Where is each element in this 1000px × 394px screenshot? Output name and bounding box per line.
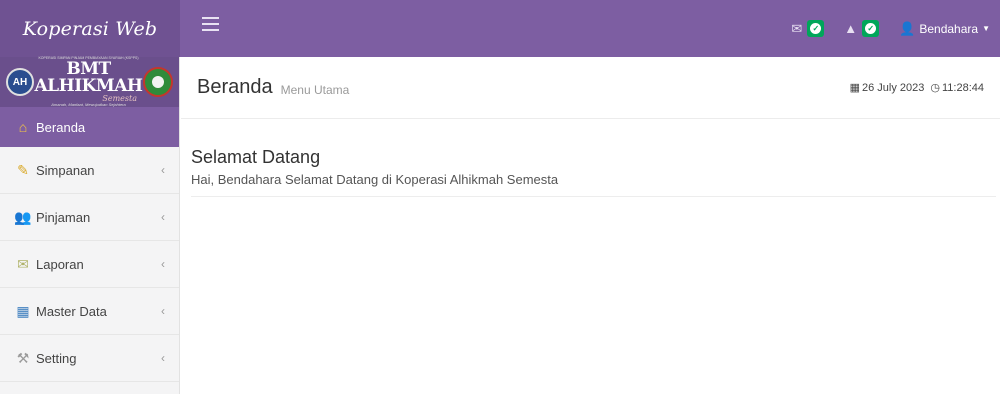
sidebar-toggle-button[interactable] [202,17,219,32]
logo-emblem-icon: AH [6,68,34,96]
check-icon: ✓ [865,23,877,34]
home-icon: ⌂ [18,119,28,135]
welcome-heading: Selamat Datang [191,147,321,167]
logo-name: BMT ALHIKMAH [34,58,143,96]
brand-logo[interactable]: Koperasi Web [0,0,180,57]
datetime: ▦ 26 July 2023 ◷ 11:28:44 [849,81,984,95]
envelope-icon: ✉ [791,20,803,36]
logo-tagline: Amanah, Manfaat, Mewujudkan Sejahtera [51,101,126,107]
database-icon: ▦ [16,302,30,319]
wrench-icon: ⚒ [16,349,30,366]
hamburger-icon [202,17,219,19]
notifications-menu[interactable]: ▲ ✓ [834,0,889,57]
chevron-left-icon: ‹ [161,304,165,318]
current-date: 26 July 2023 [861,81,925,94]
chevron-left-icon: ‹ [161,257,165,271]
welcome-message: Hai, Bendahara Selamat Datang di Koperas… [191,172,996,197]
logo-seal-icon [143,67,173,97]
sidebar: AH KOPERASI SIMPAN PINJAM PEMBIAYAAN SYA… [0,57,180,394]
sidebar-item-label: Simpanan [36,162,95,178]
top-navbar: Koperasi Web ✉ ✓ ▲ ✓ 👤 Bendahara ▼ [0,0,1000,57]
welcome-box: Selamat Datang Hai, Bendahara Selamat Da… [181,119,1000,197]
report-icon: ✉ [17,255,29,272]
sidebar-item-label: Setting [36,350,77,366]
page-subtitle: Menu Utama [280,83,350,97]
check-icon: ✓ [810,23,822,34]
sidebar-item-label: Master Data [36,303,107,319]
page-title: Beranda [197,76,273,98]
caret-down-icon: ▼ [982,24,990,33]
sidebar-item-label: Beranda [36,119,86,135]
sidebar-item-pinjaman[interactable]: 👥 Pinjaman ‹ [0,194,179,241]
main-content: Beranda Menu Utama ▦ 26 July 2023 ◷ 11:2… [181,57,1000,394]
people-icon: 👥 [14,208,32,225]
brand-title: Koperasi Web [22,17,158,40]
user-menu[interactable]: 👤 Bendahara ▼ [889,0,1000,57]
sidebar-item-setting[interactable]: ⚒ Setting ‹ [0,335,179,382]
clock-icon: ◷ [930,82,940,94]
warning-icon: ▲ [844,21,858,36]
sidebar-item-label: Laporan [36,256,84,272]
messages-badge: ✓ [807,20,825,37]
messages-menu[interactable]: ✉ ✓ [781,0,834,57]
chevron-left-icon: ‹ [161,351,165,365]
sidebar-item-label: Pinjaman [36,209,91,225]
chevron-left-icon: ‹ [161,163,165,177]
sidebar-item-simpanan[interactable]: ✎ Simpanan ‹ [0,147,179,194]
sidebar-item-beranda[interactable]: ⌂ Beranda [0,107,179,147]
sidebar-item-master-data[interactable]: ▦ Master Data ‹ [0,288,179,335]
org-logo: AH KOPERASI SIMPAN PINJAM PEMBIAYAAN SYA… [0,57,179,107]
chevron-left-icon: ‹ [161,210,165,224]
user-icon: 👤 [899,20,916,36]
content-header: Beranda Menu Utama ▦ 26 July 2023 ◷ 11:2… [181,57,1000,119]
savings-icon: ✎ [17,161,29,178]
current-time: 11:28:44 [941,81,984,94]
sidebar-item-laporan[interactable]: ✉ Laporan ‹ [0,241,179,288]
navbar-right: ✉ ✓ ▲ ✓ 👤 Bendahara ▼ [781,0,1000,57]
calendar-icon: ▦ [849,82,860,94]
app-window: Koperasi Web ✉ ✓ ▲ ✓ 👤 Bendahara ▼ AH KO… [0,0,1000,394]
user-name: Bendahara [919,21,979,36]
notifications-badge: ✓ [862,20,880,37]
